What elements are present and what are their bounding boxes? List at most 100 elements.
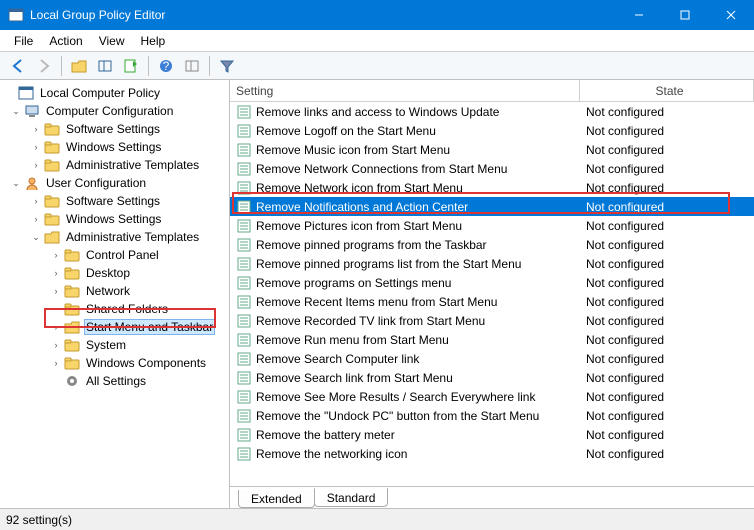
column-header-state[interactable]: State — [580, 80, 754, 101]
setting-icon — [236, 218, 252, 234]
list-row[interactable]: Remove Network Connections from Start Me… — [230, 159, 754, 178]
tree-item[interactable]: ›Administrative Templates — [2, 156, 227, 174]
tree-item[interactable]: ›Control Panel — [2, 246, 227, 264]
tree-item[interactable]: ›Software Settings — [2, 192, 227, 210]
chevron-right-icon[interactable]: › — [50, 249, 62, 261]
list-row[interactable]: Remove Music icon from Start MenuNot con… — [230, 140, 754, 159]
setting-icon — [236, 256, 252, 272]
list-row[interactable]: Remove Notifications and Action CenterNo… — [230, 197, 754, 216]
tree-label: Start Menu and Taskbar — [84, 319, 215, 335]
back-button[interactable] — [6, 55, 30, 77]
close-button[interactable] — [708, 0, 754, 30]
list-row[interactable]: Remove links and access to Windows Updat… — [230, 102, 754, 121]
menu-help[interactable]: Help — [133, 32, 174, 50]
folder-icon — [44, 157, 60, 173]
chevron-right-icon[interactable]: › — [50, 285, 62, 297]
list-row[interactable]: Remove pinned programs from the TaskbarN… — [230, 235, 754, 254]
folder-icon — [64, 283, 80, 299]
list-row[interactable]: Remove Network icon from Start MenuNot c… — [230, 178, 754, 197]
list-row[interactable]: Remove Search link from Start MenuNot co… — [230, 368, 754, 387]
setting-name: Remove Network icon from Start Menu — [256, 181, 580, 195]
tab-extended[interactable]: Extended — [238, 490, 315, 508]
tree-label: Windows Settings — [64, 140, 163, 154]
list-row[interactable]: Remove See More Results / Search Everywh… — [230, 387, 754, 406]
chevron-right-icon[interactable]: › — [30, 195, 42, 207]
list-body[interactable]: Remove links and access to Windows Updat… — [230, 102, 754, 486]
setting-state: Not configured — [580, 352, 754, 366]
list-row[interactable]: Remove Run menu from Start MenuNot confi… — [230, 330, 754, 349]
tree-item[interactable]: › Windows Settings — [2, 210, 227, 228]
tree-item[interactable]: ›Software Settings — [2, 120, 227, 138]
tree-start-menu-taskbar[interactable]: › Start Menu and Taskbar — [2, 318, 227, 336]
setting-icon — [236, 237, 252, 253]
chevron-down-icon[interactable]: ⌄ — [30, 231, 42, 243]
chevron-right-icon[interactable]: › — [50, 339, 62, 351]
tree-item[interactable]: › Windows Settings — [2, 138, 227, 156]
tree-item[interactable]: ⌄Administrative Templates — [2, 228, 227, 246]
list-row[interactable]: Remove Pictures icon from Start MenuNot … — [230, 216, 754, 235]
tree-pane[interactable]: ▶Local Computer Policy ⌄Computer Configu… — [0, 80, 230, 508]
up-button[interactable] — [67, 55, 91, 77]
tree-item[interactable]: ›Windows Components — [2, 354, 227, 372]
setting-state: Not configured — [580, 409, 754, 423]
list-row[interactable]: Remove Search Computer linkNot configure… — [230, 349, 754, 368]
menu-file[interactable]: File — [6, 32, 41, 50]
tree-item[interactable]: ›System — [2, 336, 227, 354]
setting-state: Not configured — [580, 257, 754, 271]
help-button[interactable]: ? — [154, 55, 178, 77]
list-header: Setting State — [230, 80, 754, 102]
setting-icon — [236, 389, 252, 405]
tree-item[interactable]: ›Desktop — [2, 264, 227, 282]
properties-button[interactable] — [180, 55, 204, 77]
setting-state: Not configured — [580, 124, 754, 138]
app-icon — [8, 7, 24, 23]
window-title: Local Group Policy Editor — [30, 8, 616, 22]
list-row[interactable]: Remove the networking iconNot configured — [230, 444, 754, 463]
list-row[interactable]: Remove the battery meterNot configured — [230, 425, 754, 444]
chevron-right-icon[interactable]: › — [30, 141, 42, 153]
folder-open-icon — [64, 319, 80, 335]
show-hide-tree-button[interactable] — [93, 55, 117, 77]
setting-name: Remove Music icon from Start Menu — [256, 143, 580, 157]
export-button[interactable] — [119, 55, 143, 77]
setting-name: Remove Run menu from Start Menu — [256, 333, 580, 347]
list-row[interactable]: Remove Recent Items menu from Start Menu… — [230, 292, 754, 311]
list-row[interactable]: Remove pinned programs list from the Sta… — [230, 254, 754, 273]
title-bar: Local Group Policy Editor — [0, 0, 754, 30]
column-header-setting[interactable]: Setting — [230, 80, 580, 101]
setting-name: Remove Logoff on the Start Menu — [256, 124, 580, 138]
folder-icon — [64, 301, 80, 317]
setting-name: Remove Network Connections from Start Me… — [256, 162, 580, 176]
chevron-right-icon[interactable]: › — [30, 213, 42, 225]
setting-name: Remove the battery meter — [256, 428, 580, 442]
chevron-right-icon[interactable]: › — [50, 357, 62, 369]
tab-standard[interactable]: Standard — [314, 488, 389, 507]
maximize-button[interactable] — [662, 0, 708, 30]
menu-action[interactable]: Action — [41, 32, 90, 50]
chevron-down-icon[interactable]: ⌄ — [10, 105, 22, 117]
list-row[interactable]: Remove Logoff on the Start MenuNot confi… — [230, 121, 754, 140]
list-row[interactable]: Remove the "Undock PC" button from the S… — [230, 406, 754, 425]
tree-item[interactable]: ▶All Settings — [2, 372, 227, 390]
minimize-button[interactable] — [616, 0, 662, 30]
list-row[interactable]: Remove Recorded TV link from Start MenuN… — [230, 311, 754, 330]
tree-item[interactable]: ▶Shared Folders — [2, 300, 227, 318]
menu-view[interactable]: View — [91, 32, 133, 50]
computer-icon — [24, 103, 40, 119]
setting-icon — [236, 275, 252, 291]
filter-button[interactable] — [215, 55, 239, 77]
tree-item[interactable]: ›Network — [2, 282, 227, 300]
forward-button[interactable] — [32, 55, 56, 77]
tree-label: Windows Settings — [64, 212, 163, 226]
chevron-right-icon[interactable]: › — [50, 267, 62, 279]
tree-user-config[interactable]: ⌄User Configuration — [2, 174, 227, 192]
tree-root[interactable]: ▶Local Computer Policy — [2, 84, 227, 102]
user-icon — [24, 175, 40, 191]
setting-name: Remove programs on Settings menu — [256, 276, 580, 290]
chevron-right-icon[interactable]: › — [30, 159, 42, 171]
chevron-right-icon[interactable]: › — [50, 321, 62, 333]
list-row[interactable]: Remove programs on Settings menuNot conf… — [230, 273, 754, 292]
chevron-down-icon[interactable]: ⌄ — [10, 177, 22, 189]
chevron-right-icon[interactable]: › — [30, 123, 42, 135]
tree-computer-config[interactable]: ⌄Computer Configuration — [2, 102, 227, 120]
